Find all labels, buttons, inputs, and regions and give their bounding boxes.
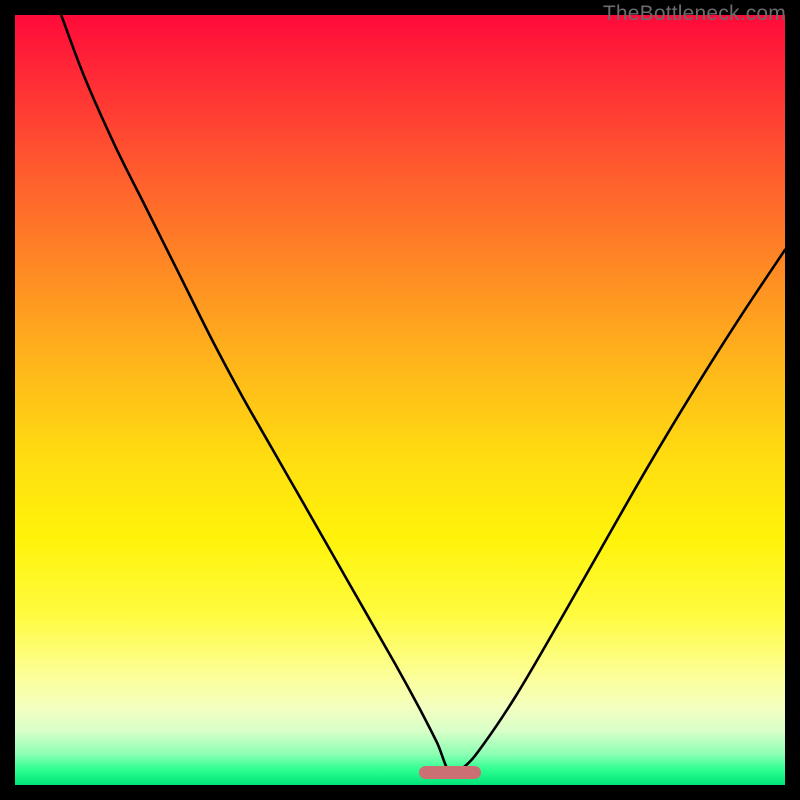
watermark-text: TheBottleneck.com [603,2,786,26]
chart-frame: TheBottleneck.com [0,0,800,800]
optimum-marker [419,766,481,779]
gradient-plot-area [15,15,785,785]
bottleneck-curve [15,15,785,785]
